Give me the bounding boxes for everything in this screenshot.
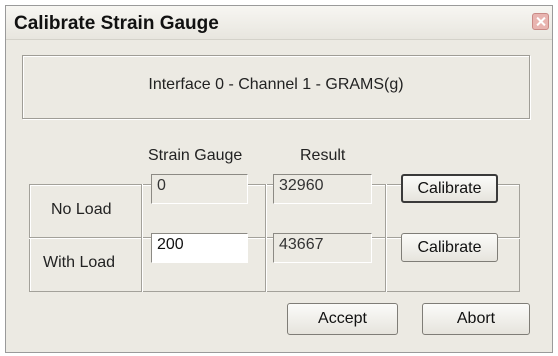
- row-label-with-load: With Load: [43, 254, 116, 271]
- no-load-strain-value: 0: [157, 177, 166, 194]
- with-load-result-value: 43667: [279, 236, 324, 253]
- channel-info-text: Interface 0 - Channel 1 - GRAMS(g): [148, 76, 404, 93]
- no-load-result-field: 32960: [273, 174, 372, 204]
- with-load-result-field: 43667: [273, 233, 372, 263]
- no-load-strain-field: 0: [151, 174, 248, 204]
- title-bar[interactable]: Calibrate Strain Gauge: [6, 6, 552, 40]
- abort-button[interactable]: Abort: [422, 303, 530, 335]
- no-load-result-value: 32960: [279, 177, 324, 194]
- with-load-calibrate-button[interactable]: Calibrate: [401, 233, 498, 262]
- grid-col-line-highlight: [142, 184, 143, 292]
- window-title: Calibrate Strain Gauge: [14, 13, 219, 34]
- column-header-strain-gauge: Strain Gauge: [148, 147, 243, 164]
- accept-button[interactable]: Accept: [287, 303, 398, 335]
- grid-col-line-highlight: [386, 184, 387, 292]
- no-load-calibrate-button[interactable]: Calibrate: [401, 174, 498, 203]
- grid-col-line-highlight: [266, 184, 267, 292]
- column-header-result: Result: [300, 147, 346, 164]
- with-load-strain-value: 200: [157, 236, 184, 253]
- row-label-no-load: No Load: [51, 201, 112, 218]
- with-load-strain-input[interactable]: 200: [151, 233, 248, 263]
- close-icon[interactable]: [532, 13, 549, 30]
- channel-info-box: Interface 0 - Channel 1 - GRAMS(g): [22, 55, 530, 119]
